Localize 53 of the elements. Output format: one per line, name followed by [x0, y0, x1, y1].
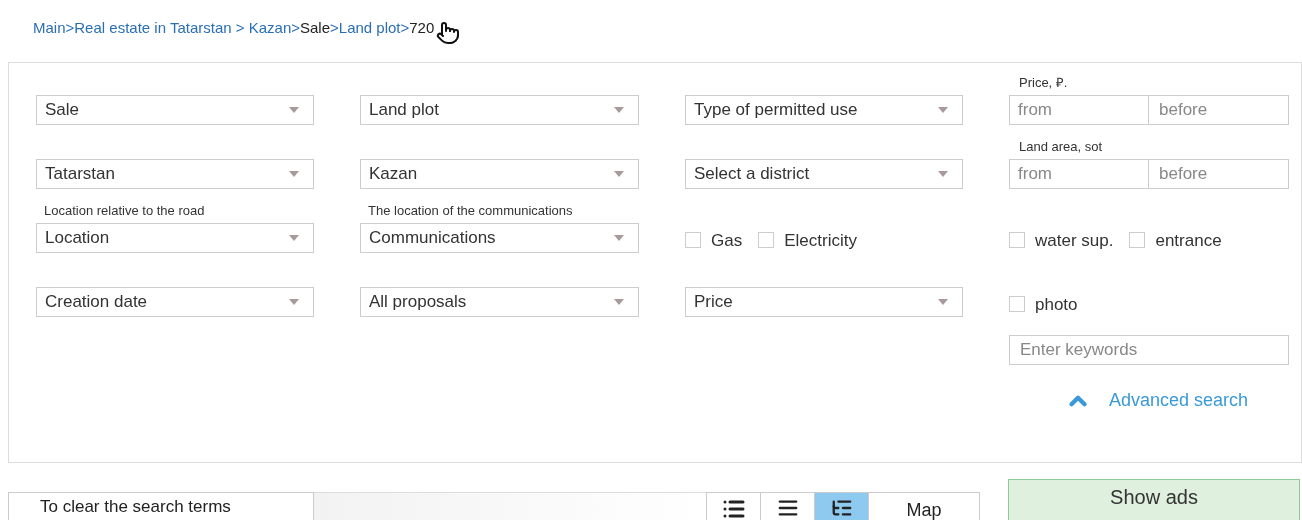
from-field[interactable]: from	[1009, 95, 1149, 125]
dropdown[interactable]: Communications	[360, 223, 639, 253]
detailed-list-icon	[830, 497, 853, 519]
field-label: Price, ₽.	[1019, 73, 1068, 92]
checkbox-label: water sup.	[1035, 229, 1114, 252]
checkbox[interactable]	[758, 232, 775, 249]
clear-search-button[interactable]: To clear the search terms	[8, 492, 314, 520]
dropdown[interactable]: Land plot	[360, 95, 639, 125]
dropdown-caret-icon	[289, 107, 299, 113]
from-field[interactable]: from	[1009, 159, 1149, 189]
dropdown[interactable]: Sale	[36, 95, 314, 125]
dropdown-caret-icon	[938, 107, 948, 113]
lines-view-icon	[776, 497, 799, 519]
breadcrumb-link[interactable]: Kazan>	[248, 17, 300, 40]
to-field[interactable]: before	[1149, 95, 1289, 125]
to-field[interactable]: before	[1149, 159, 1289, 189]
dropdown-caret-icon	[938, 171, 948, 177]
dropdown-caret-icon	[289, 299, 299, 305]
checkbox[interactable]	[1009, 232, 1025, 249]
dropdown[interactable]: Tatarstan	[36, 159, 314, 189]
checkbox[interactable]	[1009, 296, 1025, 313]
checkbox[interactable]	[1129, 232, 1146, 249]
checkbox-label: Gas	[711, 229, 743, 252]
dropdown-caret-icon	[289, 171, 299, 177]
dropdown[interactable]: Location	[36, 223, 314, 253]
checkbox-label: Electricity	[784, 229, 857, 252]
field-label: The location of the communications	[368, 201, 573, 220]
breadcrumb-link[interactable]: Main>	[33, 17, 75, 40]
breadcrumb-link[interactable]: >Land plot>	[330, 17, 410, 40]
dropdown[interactable]: Creation date	[36, 287, 314, 317]
dropdown[interactable]: Price	[685, 287, 963, 317]
dropdown[interactable]: Kazan	[360, 159, 639, 189]
dropdown[interactable]: Type of permitted use	[685, 95, 963, 125]
breadcrumb-current: Sale	[300, 18, 331, 38]
dropdown[interactable]: All proposals	[360, 287, 639, 317]
checkbox[interactable]	[685, 232, 701, 249]
dropdown-caret-icon	[614, 107, 624, 113]
view-toggle-button[interactable]	[815, 493, 869, 520]
dropdown-caret-icon	[614, 171, 624, 177]
field-label: Location relative to the road	[44, 201, 205, 220]
hand-cursor-icon	[436, 21, 461, 45]
checkbox-label: entrance	[1155, 229, 1222, 252]
dropdown-caret-icon	[614, 299, 624, 305]
checkbox-label: photo	[1035, 293, 1078, 316]
dropdown[interactable]: Select a district	[685, 159, 963, 189]
field-label: Land area, sot	[1019, 137, 1103, 156]
dropdown-caret-icon	[614, 235, 624, 241]
breadcrumb-link[interactable]: Real estate in Tatarstan >	[74, 17, 249, 40]
dropdown-caret-icon	[289, 235, 299, 241]
show-ads-button[interactable]: Show ads	[1008, 479, 1300, 520]
keywords-field[interactable]: Enter keywords	[1009, 335, 1289, 365]
dropdown-caret-icon	[938, 299, 948, 305]
breadcrumb-current: 720	[409, 18, 435, 38]
